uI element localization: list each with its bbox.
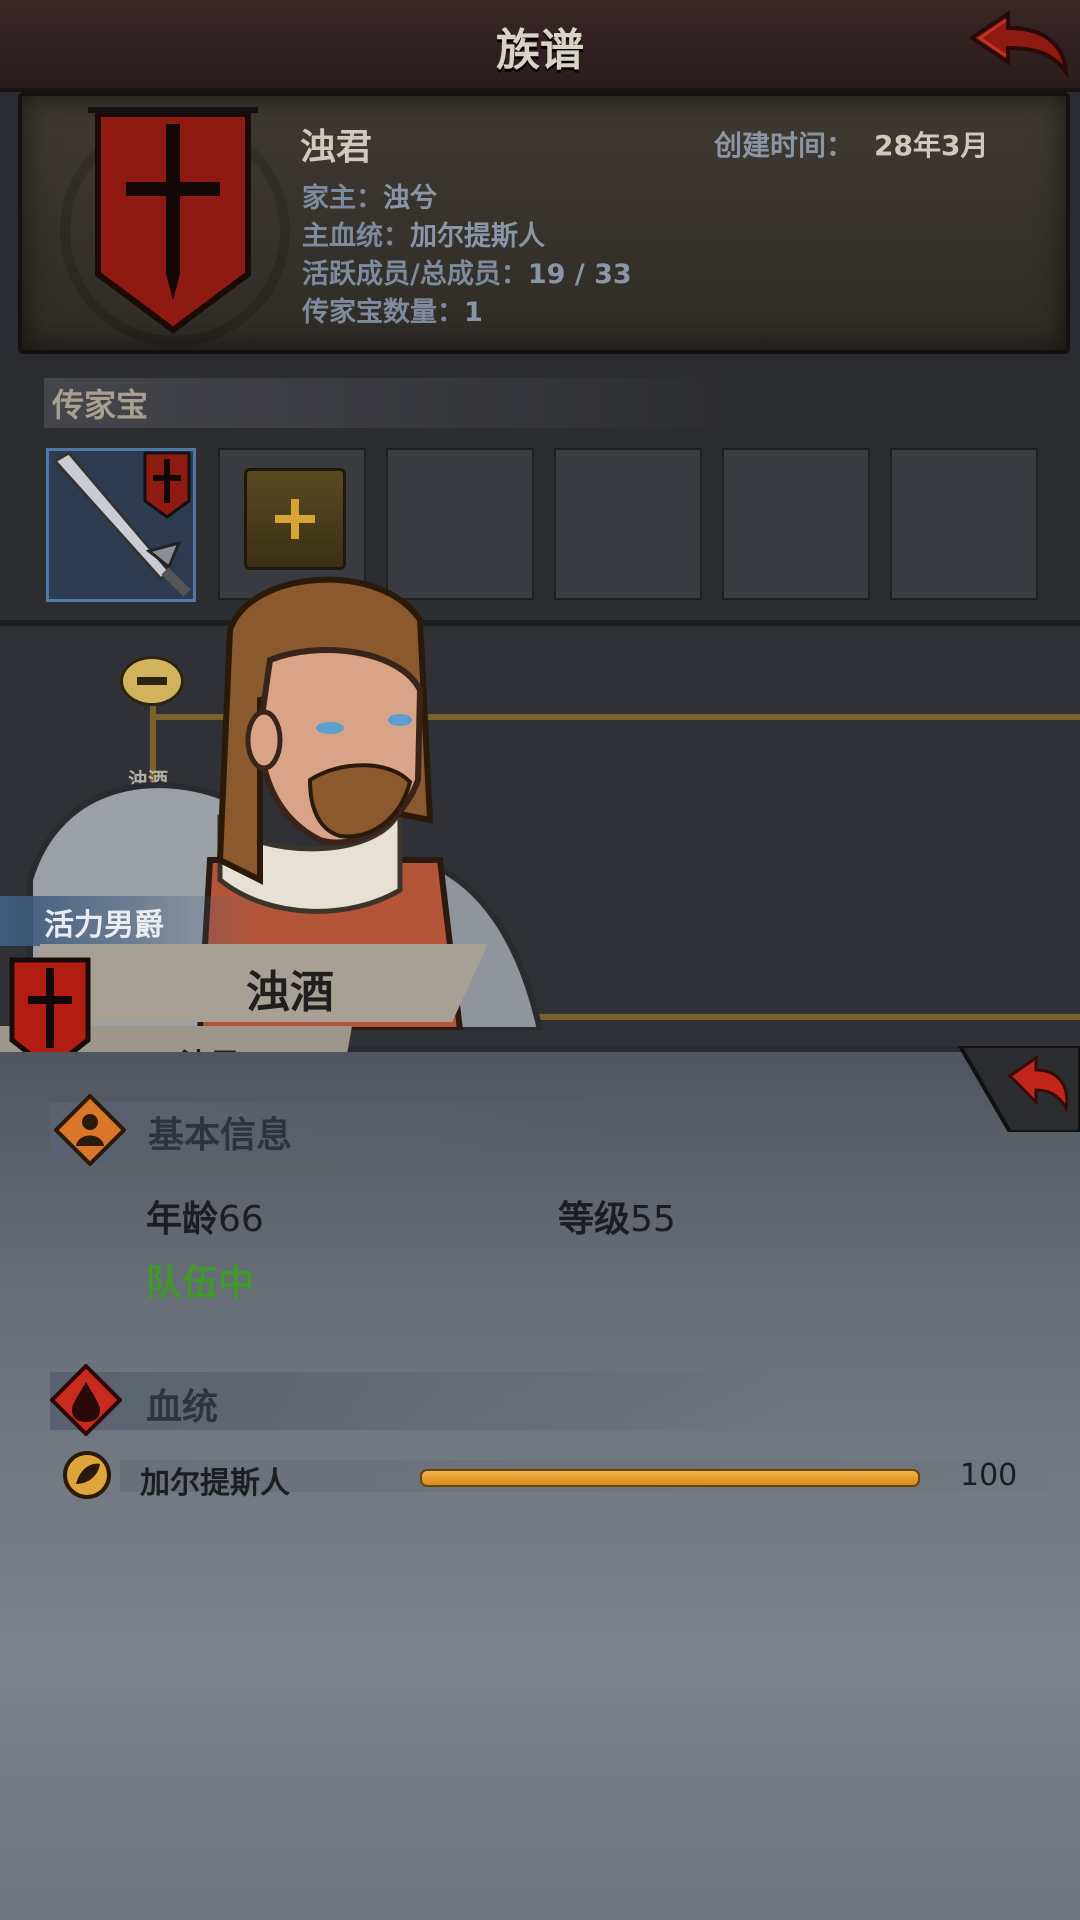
bloodline-bar-fill	[420, 1469, 920, 1487]
created-label: 创建时间：	[714, 129, 855, 162]
character-name: 浊酒	[246, 967, 334, 1018]
family-head-line: 家主：浊兮	[302, 183, 437, 214]
members-line: 活跃成员/总成员：19 / 33	[302, 259, 632, 290]
main-bloodline-line: 主血统：加尔提斯人	[302, 221, 545, 252]
add-heirloom-button[interactable]	[244, 468, 346, 570]
return-arrow-icon[interactable]	[940, 1046, 1080, 1132]
bloodline-name: 加尔提斯人	[140, 1466, 290, 1501]
leaf-emblem-icon	[63, 1451, 111, 1499]
noble-title: 活力男爵	[44, 908, 164, 943]
heirloom-count-line: 传家宝数量：1	[302, 297, 483, 328]
family-crest-icon	[88, 107, 258, 334]
created-value: 28年3月	[874, 129, 989, 162]
bloodline-value: 100	[960, 1458, 1018, 1493]
heirloom-slot-4[interactable]	[554, 448, 702, 600]
bloodline-title: 血统	[146, 1387, 219, 1428]
back-arrow-icon[interactable]	[968, 6, 1072, 80]
blood-drop-icon	[50, 1364, 122, 1436]
basic-info-title: 基本信息	[148, 1115, 293, 1156]
heirloom-slot-5[interactable]	[722, 448, 870, 600]
heirloom-header	[44, 378, 744, 428]
age-stat: 年龄66	[146, 1199, 264, 1240]
person-icon	[54, 1094, 126, 1166]
page-title: 族谱	[496, 25, 584, 76]
family-name: 浊君	[300, 127, 373, 168]
bloodline-bar	[420, 1466, 920, 1487]
status-badge: 队伍中	[146, 1263, 255, 1304]
level-stat: 等级55	[558, 1199, 676, 1240]
heirloom-slot-6[interactable]	[890, 448, 1038, 600]
heirloom-title: 传家宝	[52, 386, 149, 424]
